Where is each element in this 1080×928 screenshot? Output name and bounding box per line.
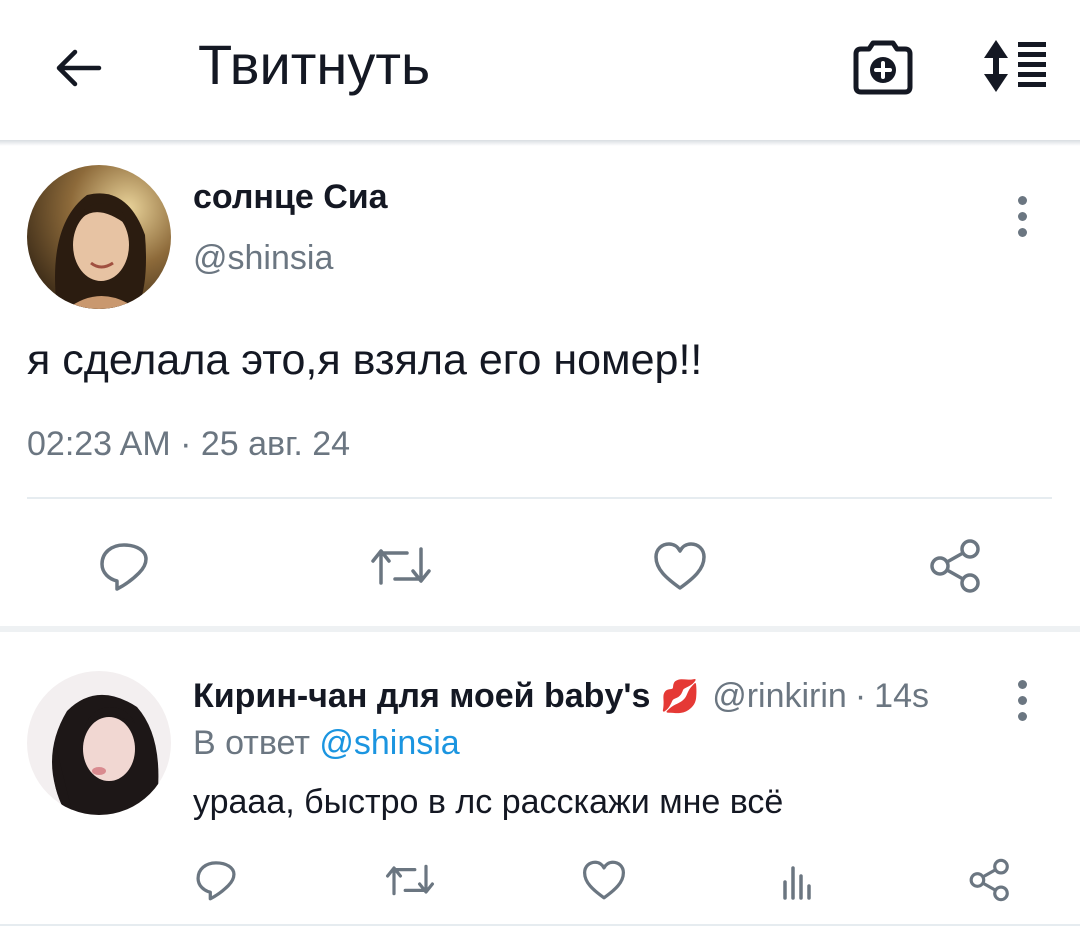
reply-text: урааа, быстро в лс расскажи мне всё [193, 783, 784, 821]
share-icon [930, 539, 980, 593]
reply-header: Кирин-чан для моей baby's 💋 @rinkirin · … [193, 674, 929, 718]
reply-icon [100, 543, 148, 591]
reply-button[interactable] [94, 536, 154, 596]
in-reply-prefix: В ответ [193, 724, 310, 762]
retweet-button[interactable] [369, 536, 433, 596]
more-options-button[interactable] [1016, 196, 1028, 237]
avatar[interactable] [27, 671, 171, 815]
share-button[interactable] [926, 536, 986, 596]
reply-button[interactable] [192, 856, 240, 904]
tweet-text: я сделала это,я взяла его номер!! [27, 336, 703, 384]
lips-emoji: 💋 [660, 678, 701, 714]
author-name[interactable]: солнце Сиа [193, 177, 388, 217]
back-button[interactable] [48, 38, 108, 98]
reply-author-handle[interactable]: @rinkirin [712, 677, 847, 716]
author-handle[interactable]: @shinsia [193, 238, 333, 278]
like-button[interactable] [580, 856, 628, 904]
header-shadow [0, 140, 1080, 146]
share-icon [969, 858, 1009, 902]
camera-add-icon [853, 40, 913, 95]
retweet-button[interactable] [384, 856, 436, 904]
section-separator [0, 626, 1080, 632]
in-reply-handle-link[interactable]: @shinsia [319, 724, 459, 762]
arrow-left-icon [56, 49, 102, 87]
avatar[interactable] [27, 165, 171, 309]
page-title: Твитнуть [198, 33, 431, 96]
reply-time[interactable]: 14s [874, 677, 929, 716]
sort-list-icon [984, 40, 1046, 92]
like-button[interactable] [650, 536, 710, 596]
divider [27, 497, 1052, 499]
more-options-button[interactable] [1016, 680, 1028, 721]
reply-author-name[interactable]: Кирин-чан для моей baby's [193, 677, 650, 716]
top-app-bar: Твитнуть [0, 0, 1080, 140]
stats-button[interactable] [774, 856, 820, 904]
retweet-icon [371, 547, 431, 585]
like-icon [654, 542, 706, 590]
share-button[interactable] [966, 856, 1014, 904]
stats-icon [783, 866, 811, 900]
tweet-timestamp[interactable]: 02:23 AM · 25 авг. 24 [27, 424, 350, 464]
sort-button[interactable] [976, 36, 1050, 96]
reply-icon [196, 861, 236, 901]
like-icon [583, 860, 625, 900]
separator-dot: · [854, 676, 867, 715]
in-reply-to: В ответ @shinsia [193, 722, 460, 764]
retweet-icon [385, 864, 434, 896]
bottom-divider [0, 924, 1080, 926]
add-media-button[interactable] [850, 36, 916, 96]
